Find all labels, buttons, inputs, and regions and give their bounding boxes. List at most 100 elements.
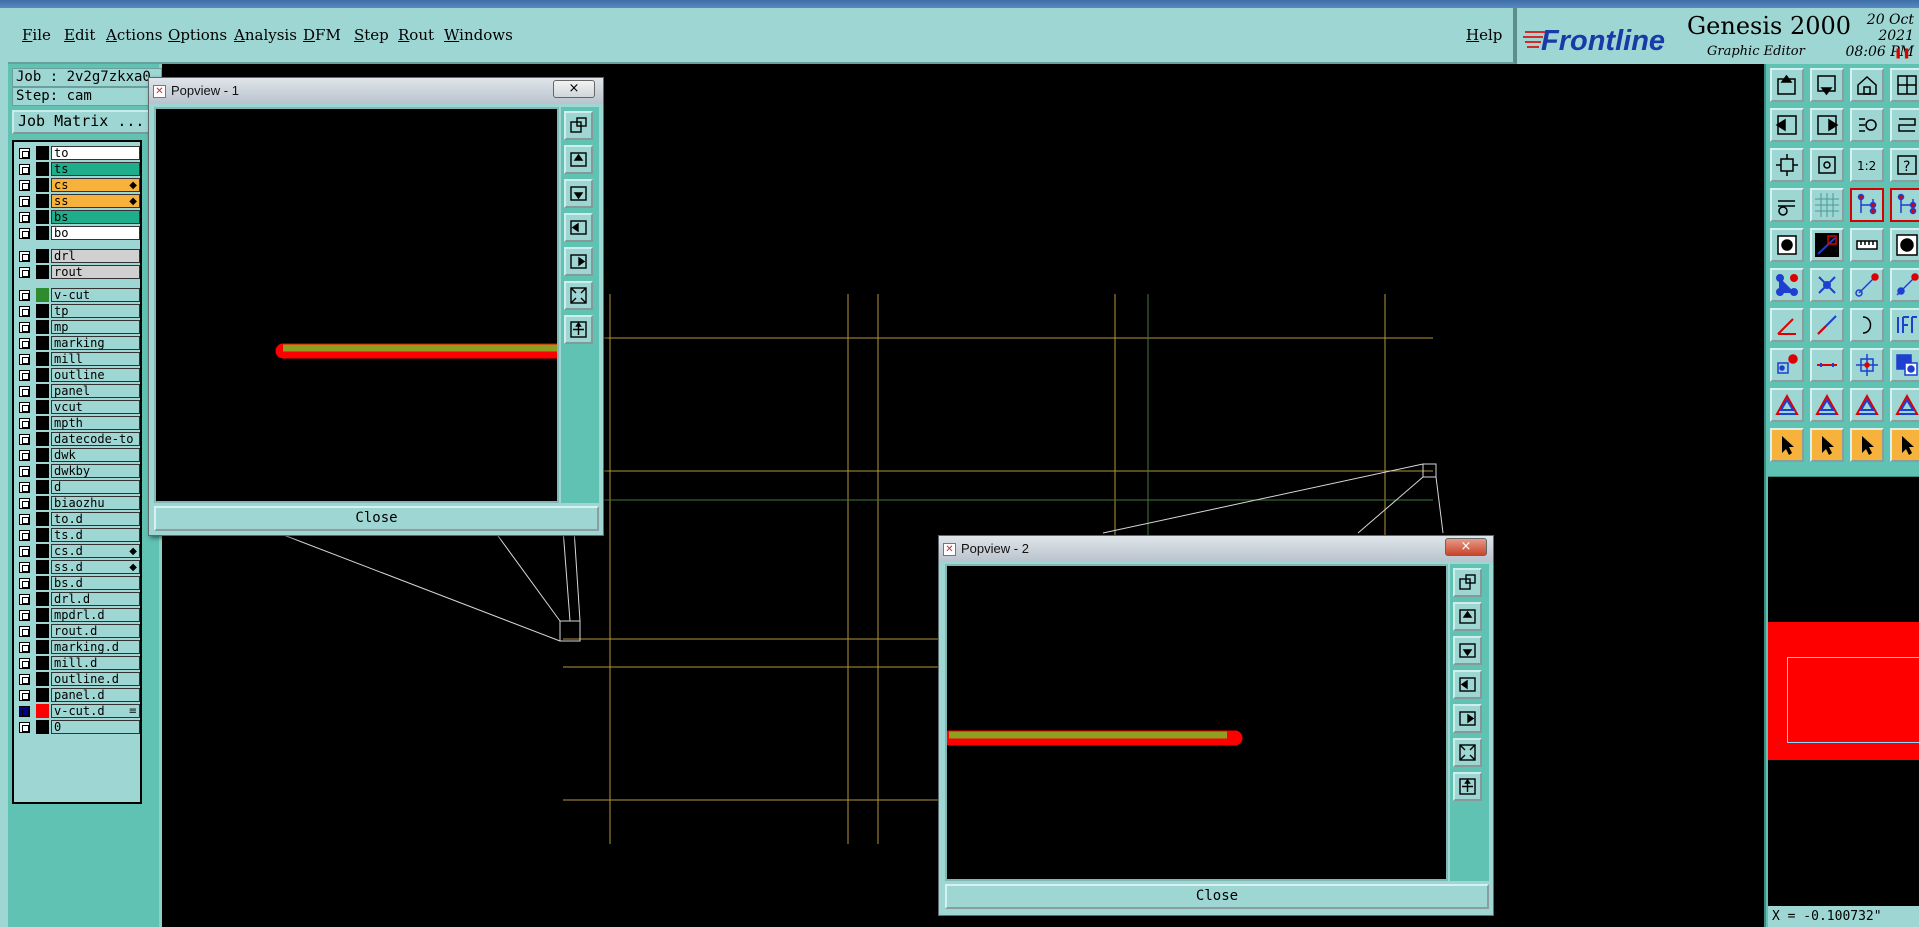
layer-swatch[interactable] <box>36 592 49 606</box>
layer-name[interactable]: marking <box>51 336 140 350</box>
layer-swatch[interactable] <box>36 265 49 279</box>
menu-options[interactable]: Options <box>168 26 227 44</box>
layer-checkbox[interactable] <box>19 466 30 477</box>
menu-analysis[interactable]: Analysis <box>234 26 297 44</box>
layer-swatch[interactable] <box>36 194 49 208</box>
zoom-out-button[interactable] <box>1810 148 1844 182</box>
layer-row[interactable]: datecode-to <box>16 432 140 446</box>
layer-swatch[interactable] <box>36 146 49 160</box>
layer-checkbox[interactable] <box>19 562 30 573</box>
layer-checkbox[interactable] <box>19 322 30 333</box>
layer-checkbox[interactable] <box>19 228 30 239</box>
layer-row[interactable]: vcut <box>16 400 140 414</box>
layer-checkbox[interactable] <box>19 212 30 223</box>
scale-button[interactable]: 1:2 <box>1850 148 1884 182</box>
layer-row[interactable]: drl <box>16 249 140 263</box>
layer-swatch[interactable] <box>36 560 49 574</box>
measure-button[interactable] <box>1770 188 1804 222</box>
dot-button[interactable] <box>1890 228 1919 262</box>
layer-swatch[interactable] <box>36 688 49 702</box>
layer-name[interactable]: dwk <box>51 448 140 462</box>
layer-checkbox[interactable] <box>19 530 30 541</box>
layer-swatch[interactable] <box>36 384 49 398</box>
layer-swatch[interactable] <box>36 368 49 382</box>
layer-row[interactable]: to.d <box>16 512 140 526</box>
layer-row[interactable]: ss ◆ <box>16 194 140 208</box>
snap-button[interactable] <box>1850 108 1884 142</box>
layer-row[interactable]: ts.d <box>16 528 140 542</box>
layer-checkbox[interactable] <box>19 626 30 637</box>
layer-row[interactable]: panel <box>16 384 140 398</box>
polygon4-button[interactable] <box>1890 388 1919 422</box>
split-button[interactable] <box>1810 348 1844 382</box>
layer-swatch[interactable] <box>36 704 49 718</box>
layer-row[interactable]: bs.d <box>16 576 140 590</box>
layer-checkbox[interactable] <box>19 196 30 207</box>
layer-row[interactable]: ts <box>16 162 140 176</box>
layer-checkbox[interactable] <box>19 370 30 381</box>
layout-button[interactable] <box>1890 68 1919 102</box>
layer-row[interactable]: outline <box>16 368 140 382</box>
pan-up-button[interactable] <box>1453 602 1482 631</box>
copy-feature-button[interactable] <box>1770 348 1804 382</box>
layer-row[interactable]: dwkby <box>16 464 140 478</box>
layer-name[interactable]: drl.d <box>51 592 140 606</box>
layer-swatch[interactable] <box>36 178 49 192</box>
center-button[interactable] <box>1850 348 1884 382</box>
grid-button[interactable] <box>1810 188 1844 222</box>
layer-swatch[interactable] <box>36 720 49 734</box>
pan-down-button[interactable] <box>564 179 593 208</box>
layer-row[interactable]: cs ◆ <box>16 178 140 192</box>
layer-row[interactable]: mill <box>16 352 140 366</box>
layer-swatch[interactable] <box>36 480 49 494</box>
layer-row[interactable]: panel.d <box>16 688 140 702</box>
layer-swatch[interactable] <box>36 210 49 224</box>
zoom-fit-button[interactable] <box>564 281 593 310</box>
menu-step[interactable]: Step <box>354 26 389 44</box>
layer-swatch[interactable] <box>36 448 49 462</box>
save-job-button[interactable] <box>1810 68 1844 102</box>
zoom-fit-button[interactable] <box>1453 738 1482 767</box>
layer-row[interactable]: ss.d ◆ <box>16 560 140 574</box>
pan-down-button[interactable] <box>1453 636 1482 665</box>
layer-name[interactable]: bs.d <box>51 576 140 590</box>
layer-swatch[interactable] <box>36 656 49 670</box>
layer-row[interactable]: tp <box>16 304 140 318</box>
layer-checkbox[interactable] <box>19 498 30 509</box>
polygon-button[interactable] <box>1770 388 1804 422</box>
layer-name[interactable]: mpth <box>51 416 140 430</box>
stretch-button[interactable] <box>1890 108 1919 142</box>
popview-2-close-icon[interactable]: × <box>1445 538 1487 556</box>
layer-checkbox[interactable] <box>19 338 30 349</box>
layer-swatch[interactable] <box>36 226 49 240</box>
layer-name[interactable]: to <box>51 146 140 160</box>
layer-row[interactable]: rout.d <box>16 624 140 638</box>
open-job-button[interactable] <box>1770 68 1804 102</box>
layer-checkbox[interactable] <box>19 418 30 429</box>
layer-swatch[interactable] <box>36 304 49 318</box>
layer-name[interactable]: bs <box>51 210 140 224</box>
layer-name[interactable]: outline <box>51 368 140 382</box>
layer-name[interactable]: rout <box>51 265 140 279</box>
layer-checkbox[interactable] <box>19 610 30 621</box>
popview-1-canvas[interactable] <box>154 107 565 503</box>
layer-checkbox[interactable] <box>19 354 30 365</box>
layer-checkbox[interactable] <box>19 450 30 461</box>
layer-row[interactable]: outline.d <box>16 672 140 686</box>
connect-button[interactable] <box>1890 268 1919 302</box>
layer-checkbox[interactable] <box>19 180 30 191</box>
layer-row[interactable]: mp <box>16 320 140 334</box>
layer-name[interactable]: cs ◆ <box>51 178 140 192</box>
overview-map[interactable] <box>1768 476 1919 906</box>
layer-checkbox[interactable] <box>19 642 30 653</box>
layer-checkbox[interactable] <box>19 164 30 175</box>
arc-tool-button[interactable] <box>1850 308 1884 342</box>
layer-name[interactable]: 0 <box>51 720 140 734</box>
layer-checkbox[interactable] <box>19 578 30 589</box>
menu-file[interactable]: File <box>22 26 51 44</box>
layer-checkbox[interactable] <box>19 148 30 159</box>
line-tool-button[interactable] <box>1810 308 1844 342</box>
pan-left-button[interactable] <box>564 213 593 242</box>
layer-checkbox[interactable] <box>19 434 30 445</box>
layer-checkbox[interactable] <box>19 690 30 701</box>
